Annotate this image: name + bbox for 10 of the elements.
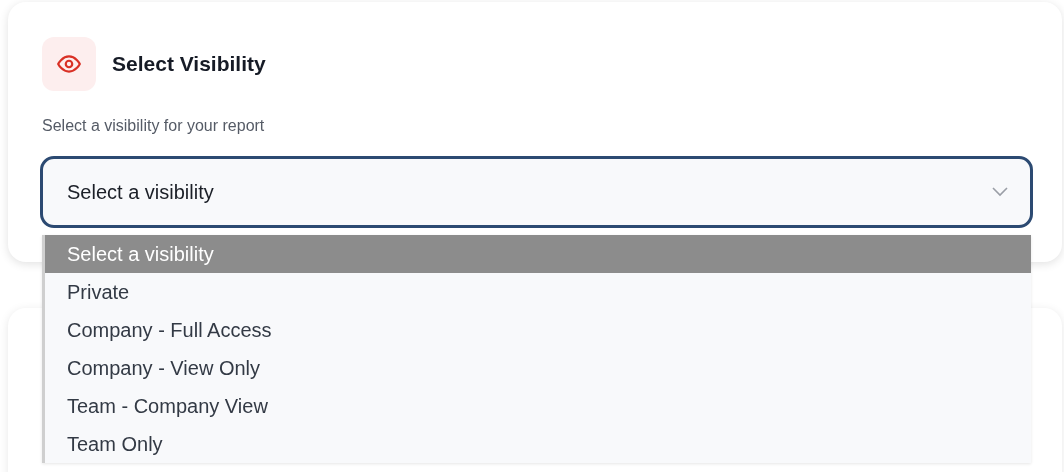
dropdown-option[interactable]: Company - Full Access: [45, 311, 1031, 349]
dropdown-option[interactable]: Team Only: [45, 425, 1031, 463]
eye-icon: [42, 37, 96, 91]
chevron-down-icon: [992, 187, 1008, 197]
dropdown-option[interactable]: Team - Company View: [45, 387, 1031, 425]
card-title: Select Visibility: [112, 52, 266, 76]
card-subtitle: Select a visibility for your report: [42, 117, 266, 135]
dropdown-option[interactable]: Company - View Only: [45, 349, 1031, 387]
dropdown-option[interactable]: Private: [45, 273, 1031, 311]
visibility-select[interactable]: Select a visibility: [40, 156, 1033, 228]
